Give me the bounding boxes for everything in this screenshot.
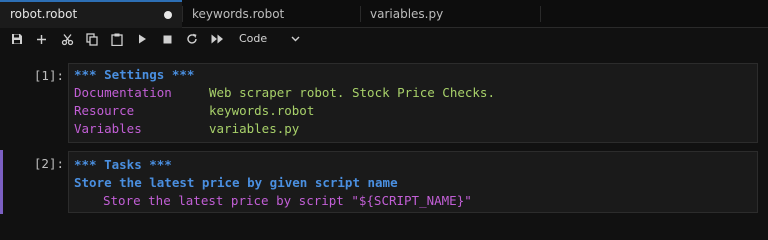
cell-type-dropdown[interactable] <box>288 31 302 47</box>
tab-variables-py[interactable]: variables.py <box>360 0 540 28</box>
add-cell-icon <box>36 34 46 44</box>
setting-key-documentation: Documentation <box>74 85 172 100</box>
setting-value-documentation: Web scraper robot. Stock Price Checks. <box>209 85 495 100</box>
copy-button[interactable] <box>83 30 101 48</box>
paste-icon <box>111 33 123 46</box>
setting-value-resource: keywords.robot <box>209 103 315 118</box>
tab-label: keywords.robot <box>192 7 285 21</box>
save-button[interactable] <box>8 30 26 48</box>
cell-type-select[interactable]: Code <box>239 30 267 48</box>
tab-keywords-robot[interactable]: keywords.robot <box>182 0 360 28</box>
run-all-icon <box>211 34 223 44</box>
tab-label: variables.py <box>370 7 444 21</box>
tab-label: robot.robot <box>10 7 78 21</box>
restart-kernel-button[interactable] <box>183 30 201 48</box>
paste-button[interactable] <box>108 30 126 48</box>
task-name: Store the latest price by given script n… <box>74 175 398 190</box>
active-cell-indicator <box>0 150 3 214</box>
settings-header: *** Settings *** <box>74 67 195 82</box>
keyword-call-line: Store the latest price by script "${SCRI… <box>103 192 472 210</box>
setting-key-variables: Variables <box>74 121 142 136</box>
run-all-button[interactable] <box>208 30 226 48</box>
closing-quote: " <box>464 193 472 208</box>
notebook-cell-1[interactable]: [1]: *** Settings *** Documentation Web … <box>0 62 768 144</box>
add-cell-button[interactable] <box>32 30 50 48</box>
cut-button[interactable] <box>58 30 76 48</box>
chevron-down-icon <box>291 36 299 42</box>
notebook-toolbar: Code <box>0 28 768 50</box>
tab-robot-robot[interactable]: robot.robot <box>0 0 182 28</box>
execution-count: [1]: <box>33 68 64 83</box>
cell-editor[interactable]: *** Settings *** Documentation Web scrap… <box>68 63 758 143</box>
execution-count: [2]: <box>33 156 64 171</box>
tasks-header: *** Tasks *** <box>74 157 172 172</box>
save-icon <box>12 34 22 44</box>
setting-value-variables: variables.py <box>209 121 300 136</box>
restart-icon <box>187 33 197 44</box>
tab-separator <box>540 6 541 22</box>
variable-reference: ${SCRIPT_NAME} <box>358 193 465 208</box>
stop-icon <box>163 35 171 43</box>
cut-icon <box>61 33 73 45</box>
run-icon <box>138 34 146 44</box>
stop-button[interactable] <box>158 30 176 48</box>
notebook-cell-2[interactable]: [2]: *** Tasks *** Store the latest pric… <box>0 150 768 214</box>
copy-icon <box>86 32 98 46</box>
tab-bar: robot.robot keywords.robot variables.py <box>0 0 768 28</box>
run-cell-button[interactable] <box>133 30 151 48</box>
keyword-call: Store the latest price by script " <box>103 193 359 208</box>
cell-editor[interactable]: *** Tasks *** Store the latest price by … <box>68 151 758 213</box>
setting-key-resource: Resource <box>74 103 135 118</box>
unsaved-dot-icon[interactable] <box>164 11 172 19</box>
